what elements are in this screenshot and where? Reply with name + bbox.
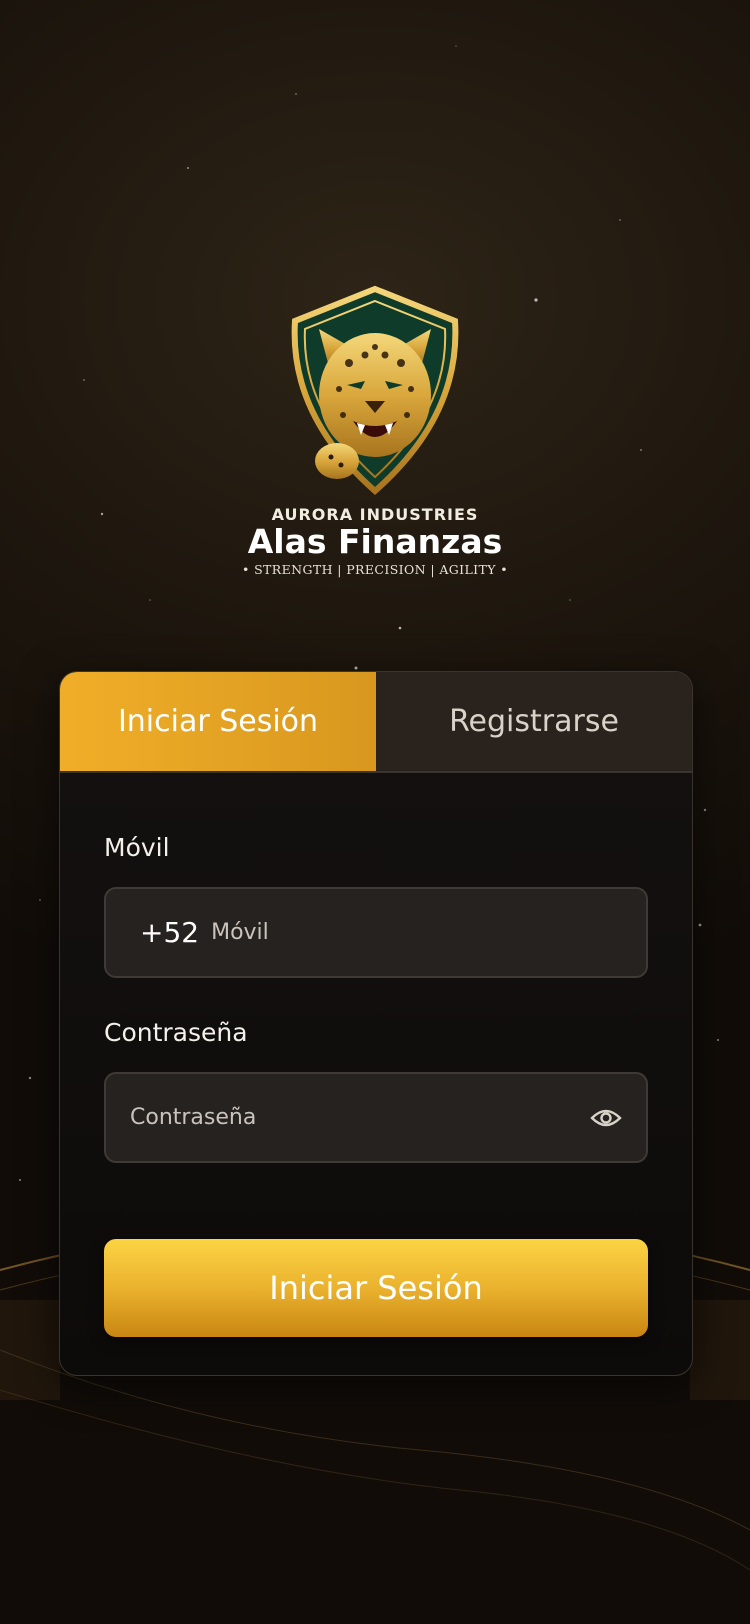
login-submit-button[interactable]: Iniciar Sesión [104, 1239, 648, 1337]
app-name: Alas Finanzas [247, 522, 503, 561]
phone-field[interactable]: +52 Móvil [104, 887, 648, 978]
country-code-prefix[interactable]: +52 [140, 916, 199, 949]
eye-icon[interactable] [590, 1106, 622, 1130]
tab-login[interactable]: Iniciar Sesión [60, 672, 376, 771]
phone-label: Móvil [104, 833, 170, 862]
tab-register[interactable]: Registrarse [376, 672, 692, 771]
password-field[interactable]: Contraseña [104, 1072, 648, 1163]
brand-tagline: • STRENGTH | PRECISION | AGILITY • [241, 562, 509, 577]
password-input[interactable]: Contraseña [130, 1105, 590, 1130]
auth-tabs: Iniciar Sesión Registrarse [60, 672, 692, 773]
login-form: Móvil +52 Móvil Contraseña Contraseña In… [60, 833, 692, 1337]
jaguar-shield-icon [291, 285, 459, 496]
phone-input[interactable]: Móvil [211, 920, 622, 945]
auth-card: Iniciar Sesión Registrarse Móvil +52 Móv… [59, 671, 693, 1376]
brand-logo: AURORA INDUSTRIES Alas Finanzas • STRENG… [225, 285, 525, 585]
password-label: Contraseña [104, 1018, 248, 1047]
